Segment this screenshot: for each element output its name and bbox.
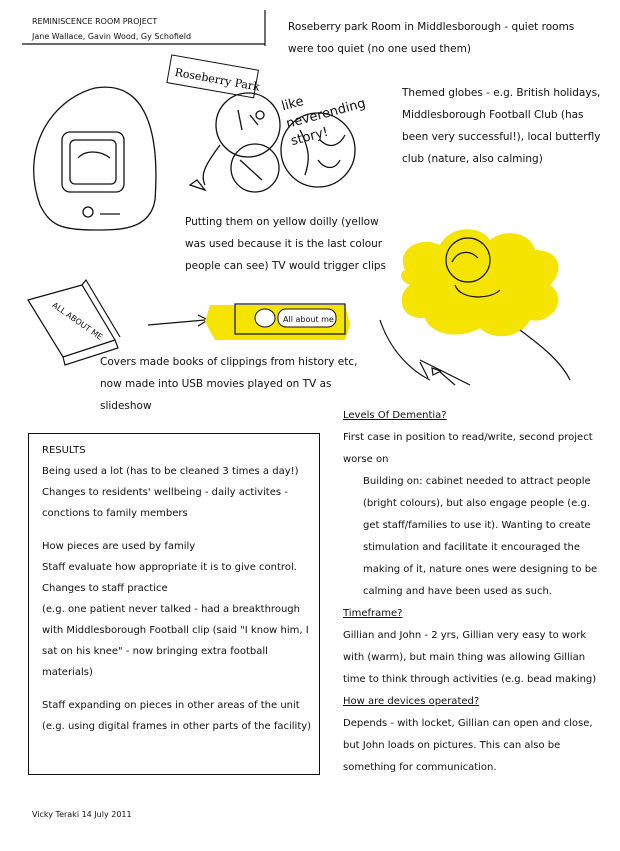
- doily-note: Putting them on yellow doilly (yellow wa…: [185, 216, 387, 272]
- results-line-4: Staff evaluate how appropriate it is to …: [42, 562, 297, 573]
- results-heading: RESULTS: [42, 445, 86, 456]
- covers-note: Covers made books of clippings from hist…: [100, 356, 358, 412]
- globes-note: Themed globes - e.g. British holidays, M…: [402, 87, 601, 165]
- dementia-text: First case in position to read/write, se…: [343, 432, 593, 465]
- header-title: REMINISCENCE ROOM PROJECT: [32, 17, 158, 26]
- right-column: Levels Of Dementia? First case in positi…: [343, 405, 605, 779]
- results-line-7: Staff expanding on pieces in other areas…: [42, 700, 312, 732]
- results-spacer: [42, 524, 312, 536]
- book-text: ALL ABOUT ME: [50, 300, 104, 341]
- sign-text: Roseberry Park: [174, 66, 262, 94]
- yellow-doily-drawing: [379, 229, 571, 386]
- devices-text: Depends - with locket, Gillian can open …: [343, 718, 593, 773]
- usb-text: All about me: [283, 315, 334, 324]
- results-line-5: Changes to staff practice: [42, 583, 168, 594]
- results-content: RESULTS Being used a lot (has to be clea…: [42, 440, 312, 737]
- building-text: Building on: cabinet needed to attract p…: [363, 476, 598, 597]
- timeframe-heading: Timeframe?: [343, 608, 403, 619]
- intro-body: Roseberry park Room in Middlesborough - …: [288, 21, 575, 55]
- dementia-heading: Levels Of Dementia?: [343, 410, 447, 421]
- footer-signature: Vicky Teraki 14 July 2011: [32, 810, 132, 819]
- devices-heading: How are devices operated?: [343, 696, 480, 707]
- roseberry-sign: Roseberry Park: [166, 54, 262, 99]
- intro-text: Roseberry park Room in Middlesborough - …: [288, 16, 600, 60]
- results-line-1: Being used a lot (has to be cleaned 3 ti…: [42, 466, 299, 477]
- timeframe-text: Gillian and John - 2 yrs, Gillian very e…: [343, 630, 597, 685]
- arrow-line: [147, 314, 210, 327]
- results-line-3: How pieces are used by family: [42, 541, 196, 552]
- usb-stick-drawing: All about me: [205, 303, 350, 340]
- header-authors: Jane Wallace, Gavin Wood, Gy Schofield: [32, 32, 192, 41]
- results-spacer-2: [42, 683, 312, 695]
- results-line-2: Changes to residents' wellbeing - daily …: [42, 487, 288, 519]
- tv-cabinet-drawing: [33, 86, 157, 231]
- results-line-6: (e.g. one patient never talked - had a b…: [42, 604, 309, 678]
